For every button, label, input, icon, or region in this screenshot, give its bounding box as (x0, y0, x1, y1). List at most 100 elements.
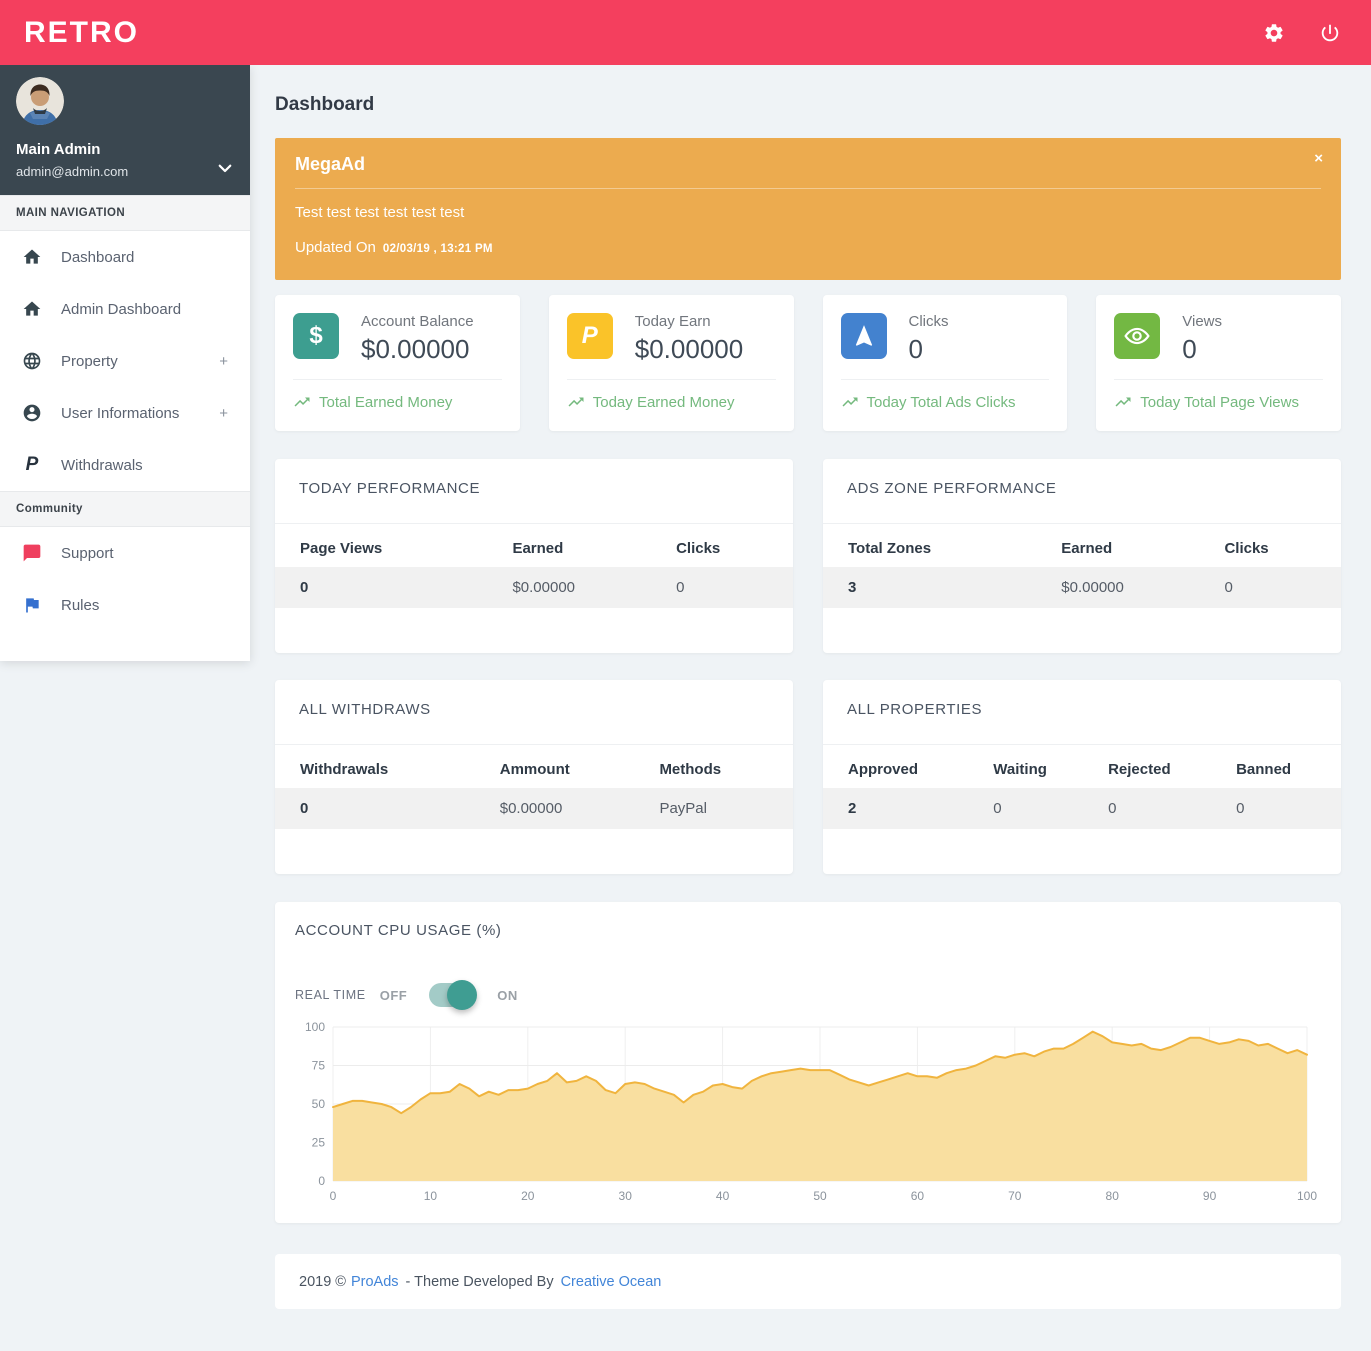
column-header: Banned (1236, 761, 1292, 778)
chat-icon (23, 544, 41, 562)
gear-icon[interactable] (1263, 22, 1285, 44)
table-row: 0 $0.00000 PayPal (275, 788, 793, 829)
banner-updated: Updated On 02/03/19 , 13:21 PM (295, 239, 1321, 256)
page-title: Dashboard (275, 94, 375, 115)
cell: $0.00000 (1061, 579, 1124, 596)
stat-footer-link[interactable]: Today Total Ads Clicks (841, 393, 1050, 411)
card-title: TODAY PERFORMANCE (299, 480, 481, 497)
column-header: Ammount (499, 761, 570, 778)
stat-value: $0.00000 (634, 334, 744, 364)
cell: 0 (1224, 579, 1233, 596)
card-title: ACCOUNT CPU USAGE (%) (295, 922, 502, 939)
stat-footer-link[interactable]: Today Total Page Views (1114, 393, 1323, 411)
today-performance-card: TODAY PERFORMANCE Page Views Earned Clic… (275, 459, 793, 653)
expand-plus-icon[interactable]: + (219, 353, 228, 370)
card-title: ALL PROPERTIES (847, 701, 983, 718)
dollar-icon: $ (293, 313, 339, 359)
svg-text:0: 0 (330, 1189, 337, 1203)
eye-icon (1114, 313, 1161, 359)
svg-text:70: 70 (1008, 1189, 1022, 1203)
topbar: RETRO (0, 0, 1371, 65)
stat-value: $0.00000 (361, 334, 470, 364)
chevron-down-icon[interactable] (216, 159, 234, 177)
sidebar-item-property[interactable]: Property + (0, 335, 250, 387)
main-content: Dashboard MegaAd × Test test test test t… (275, 65, 1341, 1309)
expand-plus-icon[interactable]: + (219, 405, 228, 422)
column-header: Rejected (1108, 761, 1171, 778)
cell: $0.00000 (499, 800, 563, 817)
all-properties-table: Approved Waiting Rejected Banned 2 0 0 0 (823, 751, 1341, 829)
svg-text:90: 90 (1203, 1189, 1217, 1203)
nav-section-header: MAIN NAVIGATION (0, 195, 250, 231)
svg-text:25: 25 (312, 1136, 326, 1150)
power-icon[interactable] (1319, 22, 1341, 44)
avatar (16, 77, 64, 125)
divider (840, 379, 1050, 380)
stat-card-today-earn: P Today Earn $0.00000 Today Earned Money (548, 295, 794, 431)
today-performance-table: Page Views Earned Clicks 0 $0.00000 0 (275, 530, 793, 608)
toggle-knob (447, 980, 478, 1010)
column-header: Earned (512, 540, 564, 557)
cell: 0 (1236, 800, 1245, 817)
svg-text:50: 50 (312, 1097, 326, 1111)
sidebar-item-label: Withdrawals (61, 456, 143, 474)
all-withdraws-table: Withdrawals Ammount Methods 0 $0.00000 P… (275, 751, 793, 829)
footer-link-proads[interactable]: ProAds (351, 1274, 399, 1290)
flag-icon (26, 598, 39, 613)
footer-copyright: 2019 © (299, 1273, 346, 1290)
divider (566, 379, 776, 380)
svg-text:100: 100 (1297, 1189, 1317, 1203)
stat-footer-link[interactable]: Total Earned Money (293, 393, 502, 411)
column-header: Earned (1061, 540, 1113, 557)
user-panel: Main Admin admin@admin.com (0, 65, 250, 195)
stat-label: Views (1182, 313, 1222, 330)
card-title: ALL WITHDRAWS (299, 701, 431, 718)
banner-updated-label: Updated On (295, 239, 376, 256)
globe-icon (23, 352, 41, 370)
realtime-toggle[interactable] (429, 980, 478, 1010)
stat-footer-link[interactable]: Today Earned Money (567, 393, 776, 411)
banner-divider (295, 188, 1321, 189)
sidebar-item-user-informations[interactable]: User Informations + (0, 387, 250, 439)
divider (823, 744, 1341, 745)
stat-card-account-balance: $ Account Balance $0.00000 Total Earned … (275, 295, 520, 431)
sidebar-item-rules[interactable]: Rules (0, 579, 250, 631)
svg-text:80: 80 (1106, 1189, 1120, 1203)
user-name: Main Admin (16, 141, 101, 158)
realtime-label: REAL TIME (295, 988, 366, 1002)
megaad-banner: MegaAd × Test test test test test test U… (275, 138, 1341, 280)
banner-message: Test test test test test test (295, 204, 465, 221)
home-icon (23, 249, 41, 264)
home-icon (23, 301, 41, 316)
sidebar-item-label: Admin Dashboard (61, 300, 182, 318)
cell: 2 (848, 800, 857, 817)
svg-text:50: 50 (813, 1189, 827, 1203)
banner-title: MegaAd (295, 154, 366, 174)
close-icon[interactable]: × (1314, 150, 1323, 167)
cpu-usage-chart: 0 25 50 75 100 0 10 20 30 40 50 60 70 80 90 100 (295, 1017, 1321, 1214)
footer-link-creative-ocean[interactable]: Creative Ocean (561, 1274, 662, 1290)
all-properties-card: ALL PROPERTIES Approved Waiting Rejected… (823, 680, 1341, 874)
sidebar-item-admin-dashboard[interactable]: Admin Dashboard (0, 283, 250, 335)
cell: 0 (300, 579, 309, 596)
divider (293, 379, 502, 380)
footer: 2019 © ProAds - Theme Developed By Creat… (275, 1254, 1341, 1309)
paypal-icon: P (566, 313, 613, 359)
community-section-header: Community (0, 491, 250, 527)
trending-up-icon (294, 397, 310, 407)
sidebar-item-support[interactable]: Support (0, 527, 250, 579)
sidebar-item-dashboard[interactable]: Dashboard (0, 231, 250, 283)
sidebar-item-withdrawals[interactable]: P Withdrawals (0, 439, 250, 491)
toggle-on-label: ON (497, 987, 518, 1003)
column-header: Clicks (1224, 540, 1269, 557)
cell: 0 (993, 800, 1002, 817)
card-title: ADS ZONE PERFORMANCE (847, 480, 1057, 497)
sidebar-item-label: User Informations (61, 404, 180, 422)
column-header: Page Views (300, 540, 383, 557)
svg-text:100: 100 (305, 1020, 325, 1034)
trending-up-icon (842, 397, 857, 407)
ads-zone-performance-table: Total Zones Earned Clicks 3 $0.00000 0 (823, 530, 1341, 608)
column-header: Approved (848, 761, 919, 778)
stat-label: Today Earn (634, 313, 711, 330)
column-header: Total Zones (848, 540, 932, 557)
